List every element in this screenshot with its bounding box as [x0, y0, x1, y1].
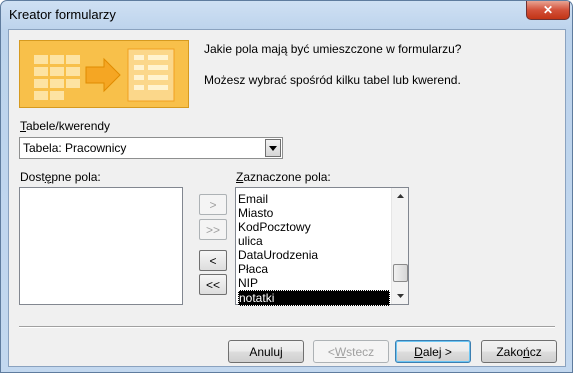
window-title: Kreator formularzy: [9, 7, 116, 22]
cancel-button[interactable]: Anuluj: [228, 340, 304, 363]
form-wizard-illustration: [19, 40, 189, 108]
finish-label-accel: ń: [523, 344, 530, 359]
add-field-button[interactable]: >: [199, 194, 227, 215]
tables-combobox[interactable]: Tabela: Pracownicy: [19, 137, 283, 159]
list-item[interactable]: ulica: [238, 234, 388, 248]
close-icon: ✕: [542, 3, 554, 17]
title-bar[interactable]: Kreator formularzy ✕: [1, 1, 572, 29]
list-item[interactable]: KodPocztowy: [238, 220, 388, 234]
remove-all-fields-button[interactable]: <<: [199, 274, 227, 295]
scrollbar-thumb[interactable]: [393, 264, 408, 282]
close-button[interactable]: ✕: [526, 1, 570, 20]
selected-list-scrollbar[interactable]: [391, 188, 408, 304]
tables-label: Tabele/kwerendy: [20, 119, 110, 133]
back-label-rest: stecz: [346, 344, 375, 359]
add-field-label: >: [209, 197, 217, 212]
list-item-selected[interactable]: notatki: [238, 290, 390, 306]
selected-fields-label: Zaznaczone pola:: [236, 170, 331, 184]
back-label-accel: W: [334, 344, 347, 359]
prompt-hint: Możesz wybrać spośród kilku tabel lub kw…: [204, 73, 461, 87]
available-label-text: Dost: [20, 170, 45, 184]
add-all-label: >>: [205, 222, 220, 237]
available-label-rest: pne pola:: [51, 170, 101, 184]
cancel-label: Anuluj: [249, 344, 283, 359]
tables-combobox-value: Tabela: Pracownicy: [23, 141, 127, 155]
add-all-fields-button[interactable]: >>: [199, 219, 227, 240]
chevron-down-icon[interactable]: [265, 139, 281, 157]
tables-label-rest: abele/kwerendy: [26, 119, 111, 133]
wizard-window: Kreator formularzy ✕ Jakie pola mają być…: [0, 0, 573, 373]
list-item[interactable]: Email: [238, 192, 388, 206]
back-label-pre: <: [327, 344, 335, 359]
scroll-down-arrow-icon[interactable]: [392, 288, 408, 304]
list-item[interactable]: Płaca: [238, 262, 388, 276]
selected-label-rest: aznaczone pola:: [243, 170, 331, 184]
footer-separator: [19, 326, 555, 328]
list-item[interactable]: NIP: [238, 276, 388, 290]
list-item[interactable]: Miasto: [238, 206, 388, 220]
finish-label-pre: Zako: [496, 344, 523, 359]
selected-fields-list[interactable]: Email Miasto KodPocztowy ulica DataUrodz…: [235, 187, 409, 306]
available-fields-label: Dostępne pola:: [20, 170, 101, 184]
scroll-up-arrow-icon[interactable]: [392, 188, 408, 204]
finish-button[interactable]: Zako ń cz: [481, 340, 557, 363]
available-fields-list[interactable]: [19, 187, 183, 305]
next-button[interactable]: Dalej >: [395, 340, 471, 363]
remove-field-label: <: [209, 253, 217, 268]
finish-label-rest: cz: [529, 344, 542, 359]
prompt-question: Jakie pola mają być umieszczone w formul…: [204, 42, 462, 56]
next-label-rest: alej >: [422, 344, 452, 359]
wizard-body: Jakie pola mają być umieszczone w formul…: [8, 29, 566, 367]
remove-field-button[interactable]: <: [199, 250, 227, 271]
list-item[interactable]: DataUrodzenia: [238, 248, 388, 262]
next-label-accel: D: [414, 344, 423, 359]
back-button[interactable]: < Wstecz: [313, 340, 389, 363]
remove-all-label: <<: [205, 277, 220, 292]
